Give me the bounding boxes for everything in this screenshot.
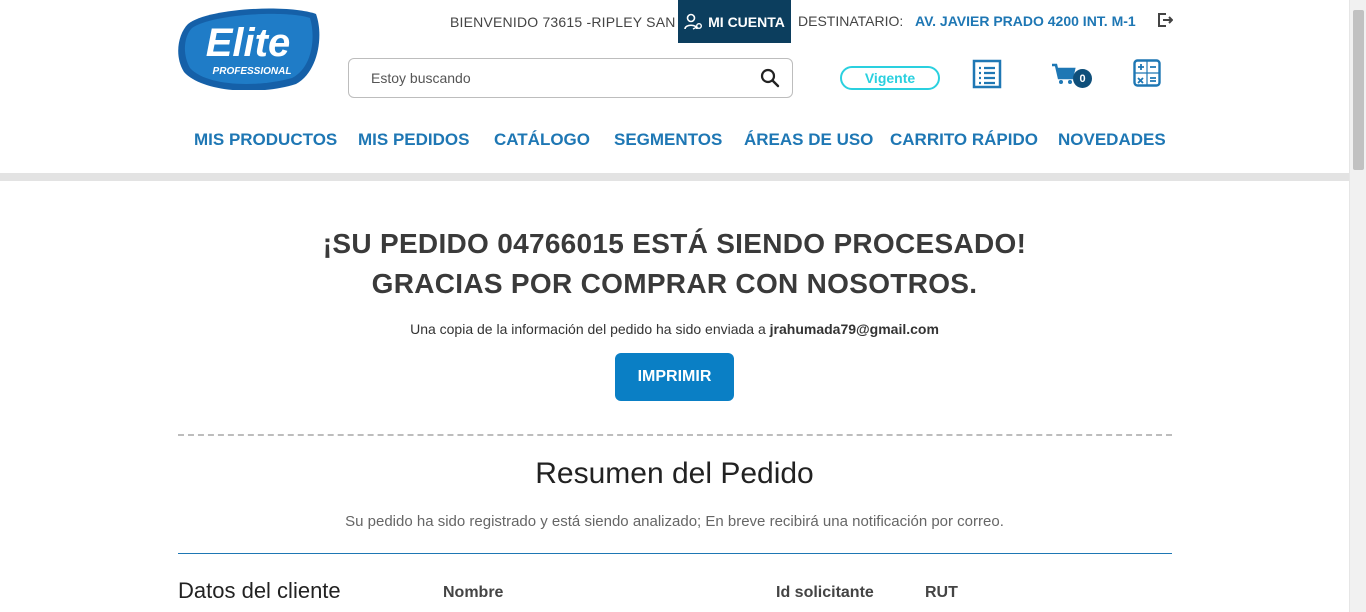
user-key-icon	[684, 13, 703, 30]
logo-subtext: PROFESSIONAL	[213, 66, 292, 77]
scrollbar-thumb[interactable]	[1353, 10, 1364, 170]
nav-carrito-rapido[interactable]: CARRITO RÁPIDO	[890, 130, 1058, 150]
main-nav: MIS PRODUCTOS MIS PEDIDOS CATÁLOGO SEGME…	[194, 130, 1166, 150]
nav-mis-productos[interactable]: MIS PRODUCTOS	[194, 130, 358, 150]
summary-subtitle: Su pedido ha sido registrado y está sien…	[345, 513, 1004, 530]
order-processing-title: ¡SU PEDIDO 04766015 ESTÁ SIENDO PROCESAD…	[322, 228, 1027, 259]
search-icon[interactable]	[760, 68, 780, 88]
cart-count-badge: 0	[1073, 69, 1092, 88]
logo-text: Elite	[206, 21, 290, 65]
dashed-divider	[178, 434, 1172, 436]
client-data-title: Datos del cliente	[178, 578, 341, 603]
recipient-value[interactable]: AV. JAVIER PRADO 4200 INT. M-1	[915, 13, 1136, 29]
nav-mis-pedidos[interactable]: MIS PEDIDOS	[358, 130, 494, 150]
search-box[interactable]	[348, 58, 793, 98]
recipient-label: DESTINATARIO:	[798, 13, 904, 29]
header-divider	[0, 173, 1349, 181]
page: Elite PROFESSIONAL BIENVENIDO 73615 -RIP…	[0, 0, 1349, 612]
status-badge: Vigente	[840, 66, 940, 90]
nav-segmentos[interactable]: SEGMENTOS	[614, 130, 744, 150]
nav-novedades[interactable]: NOVEDADES	[1058, 130, 1166, 150]
column-header-rut: RUT	[925, 584, 958, 601]
nav-catalogo[interactable]: CATÁLOGO	[494, 130, 614, 150]
calculator-icon[interactable]	[1133, 59, 1161, 92]
my-account-button[interactable]: MI CUENTA	[678, 0, 791, 43]
nav-areas-de-uso[interactable]: ÁREAS DE USO	[744, 130, 890, 150]
welcome-text: BIENVENIDO 73615 -RIPLEY SAN	[450, 13, 676, 30]
copy-notice-text: Una copia de la información del pedido h…	[410, 321, 766, 337]
summary-title: Resumen del Pedido	[535, 457, 814, 490]
column-header-id-solicitante: Id solicitante	[776, 584, 874, 601]
print-button[interactable]: IMPRIMIR	[615, 353, 734, 401]
search-input[interactable]	[371, 70, 760, 86]
logout-icon[interactable]	[1157, 12, 1174, 31]
vertical-scrollbar[interactable]	[1349, 0, 1366, 612]
thank-you-title: GRACIAS POR COMPRAR CON NOSOTROS.	[371, 268, 978, 299]
top-bar: BIENVENIDO 73615 -RIPLEY SAN MI CUENTA D…	[450, 0, 1174, 43]
elite-logo[interactable]: Elite PROFESSIONAL	[178, 6, 320, 91]
customer-email: jrahumada79@gmail.com	[769, 321, 939, 337]
my-account-label: MI CUENTA	[708, 13, 785, 30]
summary-divider	[178, 553, 1172, 554]
column-header-nombre: Nombre	[443, 584, 504, 601]
order-list-icon[interactable]	[972, 59, 1002, 94]
copy-notice: Una copia de la información del pedido h…	[0, 321, 1349, 337]
site-header: Elite PROFESSIONAL BIENVENIDO 73615 -RIP…	[0, 0, 1349, 174]
